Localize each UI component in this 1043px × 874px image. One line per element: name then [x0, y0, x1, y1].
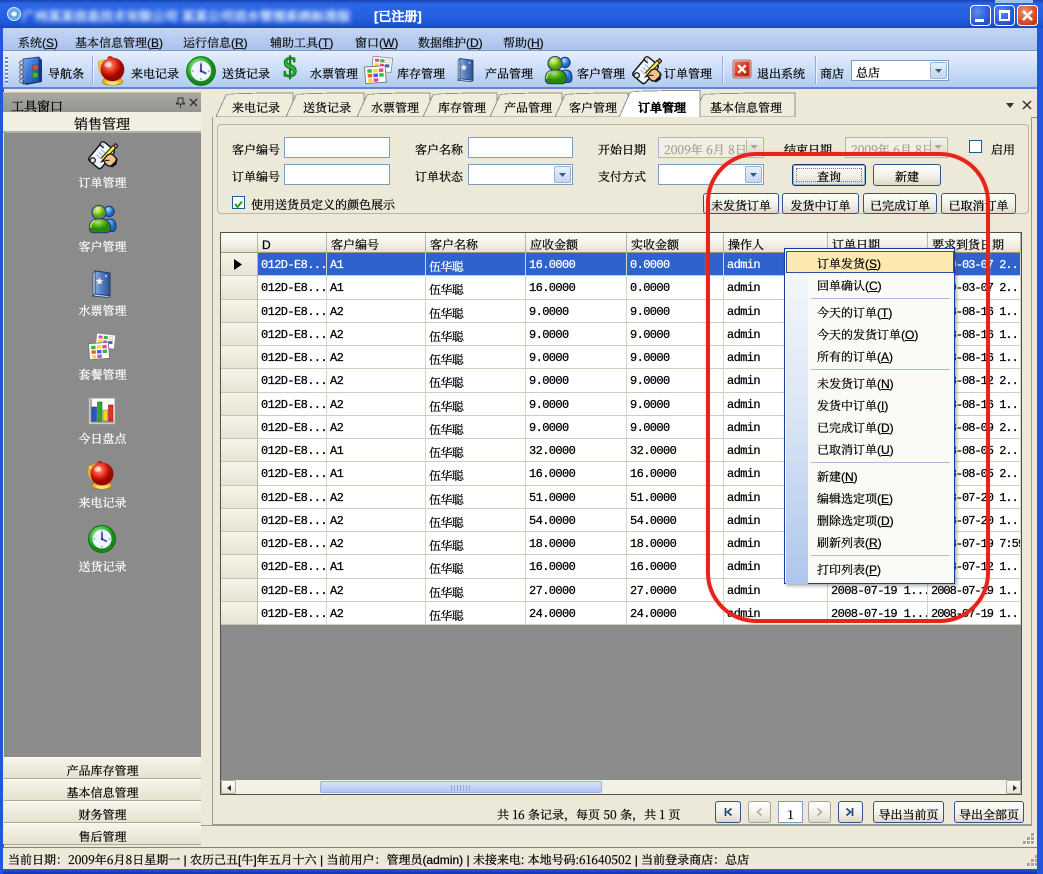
svg-text:$: $	[283, 53, 297, 81]
